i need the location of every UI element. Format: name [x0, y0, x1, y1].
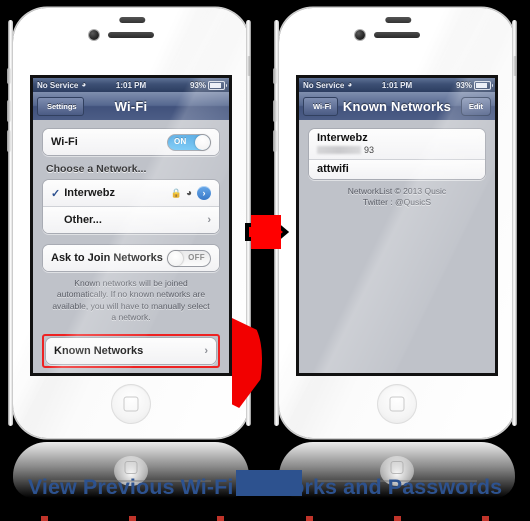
known-networks-content: Interwebz 93 attwifi NetworkList © 2013 …	[299, 120, 495, 373]
lock-icon: 🔒	[170, 187, 182, 198]
section-header-choose-network: Choose a Network...	[46, 163, 147, 175]
mute-switch[interactable]	[7, 68, 11, 84]
known-networks-list: Interwebz 93 attwifi	[308, 128, 486, 180]
ask-to-join-footnote: Known networks will be joined automatica…	[52, 278, 210, 323]
battery-percent-label: 93%	[455, 80, 472, 90]
back-button-settings[interactable]: Settings	[37, 97, 84, 116]
status-bar-right: No Service ◕ 1:01 PM 93%	[299, 78, 495, 92]
wifi-toggle-label: ON	[174, 136, 187, 146]
red-right-arrow	[243, 211, 290, 253]
nav-bar-right: Wi-Fi Known Networks Edit	[299, 92, 495, 121]
network-name-label: Interwebz	[317, 132, 368, 144]
ask-toggle-label: OFF	[188, 252, 205, 262]
list-item[interactable]: Interwebz 93	[309, 129, 485, 159]
network-password-row: 93	[317, 145, 477, 155]
earpiece-speaker-icon	[108, 32, 154, 38]
top-slot-icon	[119, 17, 146, 23]
caption-blue-overlay	[236, 470, 302, 496]
row-wifi[interactable]: Wi-Fi ON	[43, 129, 219, 155]
network-name-label: Interwebz	[64, 187, 115, 199]
redacted-password-icon	[317, 146, 361, 154]
password-suffix-label: 93	[364, 145, 375, 155]
row-network-other[interactable]: Other... ›	[43, 206, 219, 233]
chevron-right-icon: ›	[204, 344, 208, 357]
phone-band-right-edge	[512, 20, 517, 426]
sim-tray	[513, 56, 517, 76]
row-network-interwebz[interactable]: ✓ Interwebz 🔒 ◕ ›	[43, 180, 219, 206]
screenshot-stage: No Service ◕ 1:01 PM 93% Settings Wi-Fi	[0, 0, 530, 521]
network-list-group: ✓ Interwebz 🔒 ◕ › Other... ›	[42, 179, 220, 234]
battery-percent-label: 93%	[189, 80, 206, 90]
battery-icon	[474, 80, 493, 90]
back-button-wifi[interactable]: Wi-Fi	[303, 97, 339, 116]
list-item[interactable]: attwifi	[309, 159, 485, 179]
back-button-label: Settings	[47, 102, 77, 111]
edit-button[interactable]: Edit	[460, 97, 491, 116]
battery-icon	[208, 80, 227, 90]
toggle-knob	[168, 250, 183, 266]
edit-button-label: Edit	[468, 102, 483, 111]
home-button-left[interactable]	[111, 384, 151, 424]
chevron-right-circle-icon[interactable]: ›	[197, 186, 211, 200]
volume-down-button[interactable]	[273, 130, 277, 152]
footer-line-2: Twitter : @QusicS	[362, 197, 432, 208]
known-networks-label: Known Networks	[54, 344, 144, 357]
toggle-knob	[195, 134, 210, 150]
checkmark-icon: ✓	[51, 187, 61, 200]
home-square-icon	[123, 396, 139, 412]
status-bar-left: No Service ◕ 1:01 PM 93%	[33, 78, 229, 92]
sim-tray	[247, 56, 251, 76]
wifi-toggle[interactable]: ON	[167, 133, 211, 151]
arrow-background	[251, 215, 281, 249]
iphone-right: No Service ◕ 1:01 PM 93% Wi-Fi Known Net…	[265, 8, 530, 498]
page-title-right: Known Networks	[342, 98, 452, 114]
ask-to-join-group: Ask to Join Networks OFF	[42, 244, 220, 272]
chevron-right-icon: ›	[207, 214, 211, 226]
ask-to-join-label: Ask to Join Networks	[51, 252, 163, 264]
screen-right: No Service ◕ 1:01 PM 93% Wi-Fi Known Net…	[299, 78, 495, 373]
back-button-label: Wi-Fi	[313, 102, 332, 111]
wifi-toggle-group: Wi-Fi ON	[42, 128, 220, 156]
ask-to-join-toggle[interactable]: OFF	[167, 249, 211, 267]
home-square-icon	[389, 396, 405, 412]
settings-content: Wi-Fi ON Choose a Network... ✓ Interwebz…	[33, 120, 229, 373]
iphone-left: No Service ◕ 1:01 PM 93% Settings Wi-Fi	[0, 8, 264, 498]
bottom-red-marks	[0, 516, 530, 521]
front-camera-icon	[355, 30, 365, 40]
row-ask-to-join[interactable]: Ask to Join Networks OFF	[43, 245, 219, 271]
page-title-left: Wi-Fi	[114, 98, 148, 114]
network-name-label: Other...	[64, 214, 102, 226]
volume-up-button[interactable]	[7, 100, 11, 122]
wifi-signal-icon: ◕	[185, 187, 192, 199]
nav-bar-left: Settings Wi-Fi	[33, 92, 229, 121]
screen-left: No Service ◕ 1:01 PM 93% Settings Wi-Fi	[33, 78, 229, 373]
front-camera-icon	[89, 30, 99, 40]
known-networks-highlight: Known Networks ›	[42, 333, 220, 368]
volume-down-button[interactable]	[7, 130, 11, 152]
home-button-right[interactable]	[377, 384, 417, 424]
footer-line-1: NetworkList © 2013 Qusic	[347, 186, 447, 196]
volume-up-button[interactable]	[273, 100, 277, 122]
app-footer: NetworkList © 2013 Qusic Twitter : @Qusi…	[308, 180, 486, 209]
earpiece-speaker-icon	[374, 32, 420, 38]
wifi-row-label: Wi-Fi	[51, 136, 78, 148]
mute-switch[interactable]	[273, 68, 277, 84]
row-known-networks[interactable]: Known Networks ›	[46, 337, 216, 364]
network-name-label: attwifi	[317, 163, 349, 175]
top-slot-icon	[385, 17, 412, 23]
known-networks-group: Known Networks ›	[45, 336, 217, 365]
